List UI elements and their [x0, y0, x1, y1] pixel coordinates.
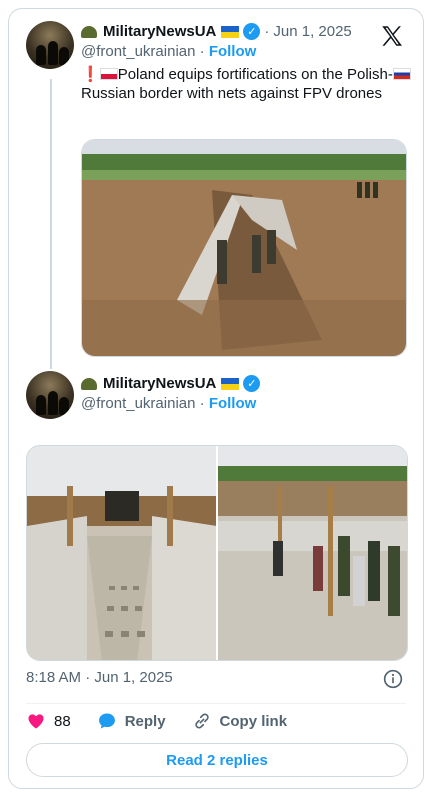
thread-connector	[50, 79, 52, 369]
verified-badge-icon: ✓	[243, 375, 261, 392]
tweet-header: MilitaryNewsUA ✓ · Jun 1, 2025 @front_uk…	[81, 23, 352, 60]
poland-flag-icon	[99, 68, 118, 80]
separator: ·	[199, 395, 205, 412]
tweet-text: ❗ Poland equips fortifications on the Pol…	[81, 65, 411, 103]
helmet-emoji-icon	[81, 377, 97, 390]
helmet-emoji-icon	[81, 25, 97, 38]
tweet-text-part2: Russian border with nets against FPV dro…	[81, 85, 382, 102]
reply-button[interactable]: Reply	[97, 711, 166, 731]
info-icon[interactable]	[383, 669, 403, 689]
avatar[interactable]	[26, 371, 74, 419]
ukraine-flag-icon	[221, 25, 240, 38]
separator: ·	[264, 23, 270, 40]
separator: ·	[199, 43, 205, 60]
display-name[interactable]: MilitaryNewsUA	[103, 375, 216, 392]
tweet-date[interactable]: Jun 1, 2025	[273, 23, 351, 40]
follow-button[interactable]: Follow	[209, 43, 257, 60]
divider	[26, 703, 406, 704]
like-button[interactable]: 88	[26, 711, 71, 731]
tweet-card: MilitaryNewsUA ✓ · Jun 1, 2025 @front_uk…	[8, 8, 424, 789]
exclamation-icon: ❗	[81, 66, 100, 83]
copy-link-label: Copy link	[219, 712, 288, 730]
link-icon	[194, 713, 209, 729]
copy-link-button[interactable]: Copy link	[192, 711, 288, 731]
tweet-text-part1: Poland equips fortifications on the Poli…	[117, 66, 393, 83]
action-bar: 88 Reply Copy link	[26, 711, 313, 731]
read-replies-button[interactable]: Read 2 replies	[26, 743, 408, 777]
reply-bubble-icon	[98, 713, 115, 729]
handle[interactable]: @front_ukrainian	[81, 395, 195, 412]
tweet-timestamp[interactable]: 8:18 AM · Jun 1, 2025	[26, 669, 173, 686]
avatar[interactable]	[26, 21, 74, 69]
follow-button[interactable]: Follow	[209, 395, 257, 412]
handle[interactable]: @front_ukrainian	[81, 43, 195, 60]
tweet-photo-grid	[26, 445, 408, 661]
russia-flag-icon	[392, 68, 411, 80]
display-name[interactable]: MilitaryNewsUA	[103, 23, 216, 40]
reply-label: Reply	[124, 712, 166, 730]
tweet-photo[interactable]	[218, 446, 407, 660]
x-logo-icon[interactable]	[379, 23, 405, 49]
heart-icon	[28, 714, 44, 729]
like-count: 88	[54, 712, 71, 730]
verified-badge-icon: ✓	[243, 23, 261, 40]
tweet-photo[interactable]	[27, 446, 216, 660]
ukraine-flag-icon	[221, 377, 240, 390]
tweet-header: MilitaryNewsUA ✓ @front_ukrainian · Foll…	[81, 375, 261, 412]
tweet-photo[interactable]	[81, 139, 407, 357]
